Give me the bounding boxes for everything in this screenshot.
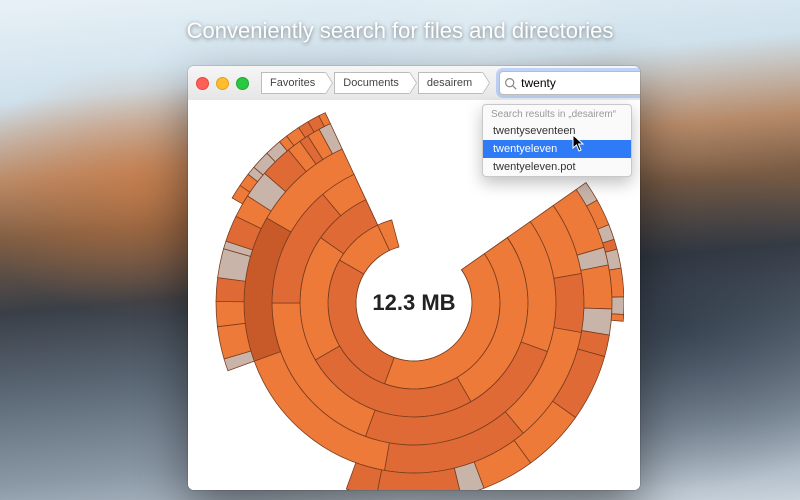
sunburst-segment[interactable] bbox=[216, 277, 245, 301]
cursor-icon bbox=[572, 134, 586, 155]
sunburst-segment[interactable] bbox=[612, 297, 624, 315]
sunburst-segment[interactable] bbox=[581, 265, 612, 309]
sunburst-segment[interactable] bbox=[611, 314, 623, 321]
window-controls bbox=[196, 77, 249, 90]
minimize-icon[interactable] bbox=[216, 77, 229, 90]
sunburst-segment[interactable] bbox=[609, 268, 624, 297]
breadcrumb-item[interactable]: Documents bbox=[334, 72, 410, 94]
results-header: Search results in „desairem“ bbox=[483, 105, 631, 122]
search-field[interactable]: ✕ bbox=[499, 71, 640, 95]
marketing-headline: Conveniently search for files and direct… bbox=[0, 18, 800, 44]
breadcrumb-item[interactable]: Favorites bbox=[261, 72, 326, 94]
sunburst-segment[interactable] bbox=[216, 301, 245, 326]
results-item[interactable]: twentyseventeen bbox=[483, 122, 631, 140]
breadcrumb-item[interactable]: desairem bbox=[418, 72, 483, 94]
results-item[interactable]: twentyeleven.pot bbox=[483, 158, 631, 176]
center-size-label: 12.3 MB bbox=[372, 290, 455, 316]
search-input[interactable] bbox=[517, 76, 640, 90]
sunburst-segment[interactable] bbox=[554, 273, 584, 332]
breadcrumb: Favorites Documents desairem bbox=[261, 72, 491, 94]
close-icon[interactable] bbox=[196, 77, 209, 90]
app-window: Favorites Documents desairem ✕ Search re… bbox=[188, 66, 640, 490]
search-results-popover: Search results in „desairem“ twentyseven… bbox=[482, 104, 632, 177]
search-icon bbox=[504, 77, 517, 90]
zoom-icon[interactable] bbox=[236, 77, 249, 90]
results-item-selected[interactable]: twentyeleven bbox=[483, 140, 631, 158]
